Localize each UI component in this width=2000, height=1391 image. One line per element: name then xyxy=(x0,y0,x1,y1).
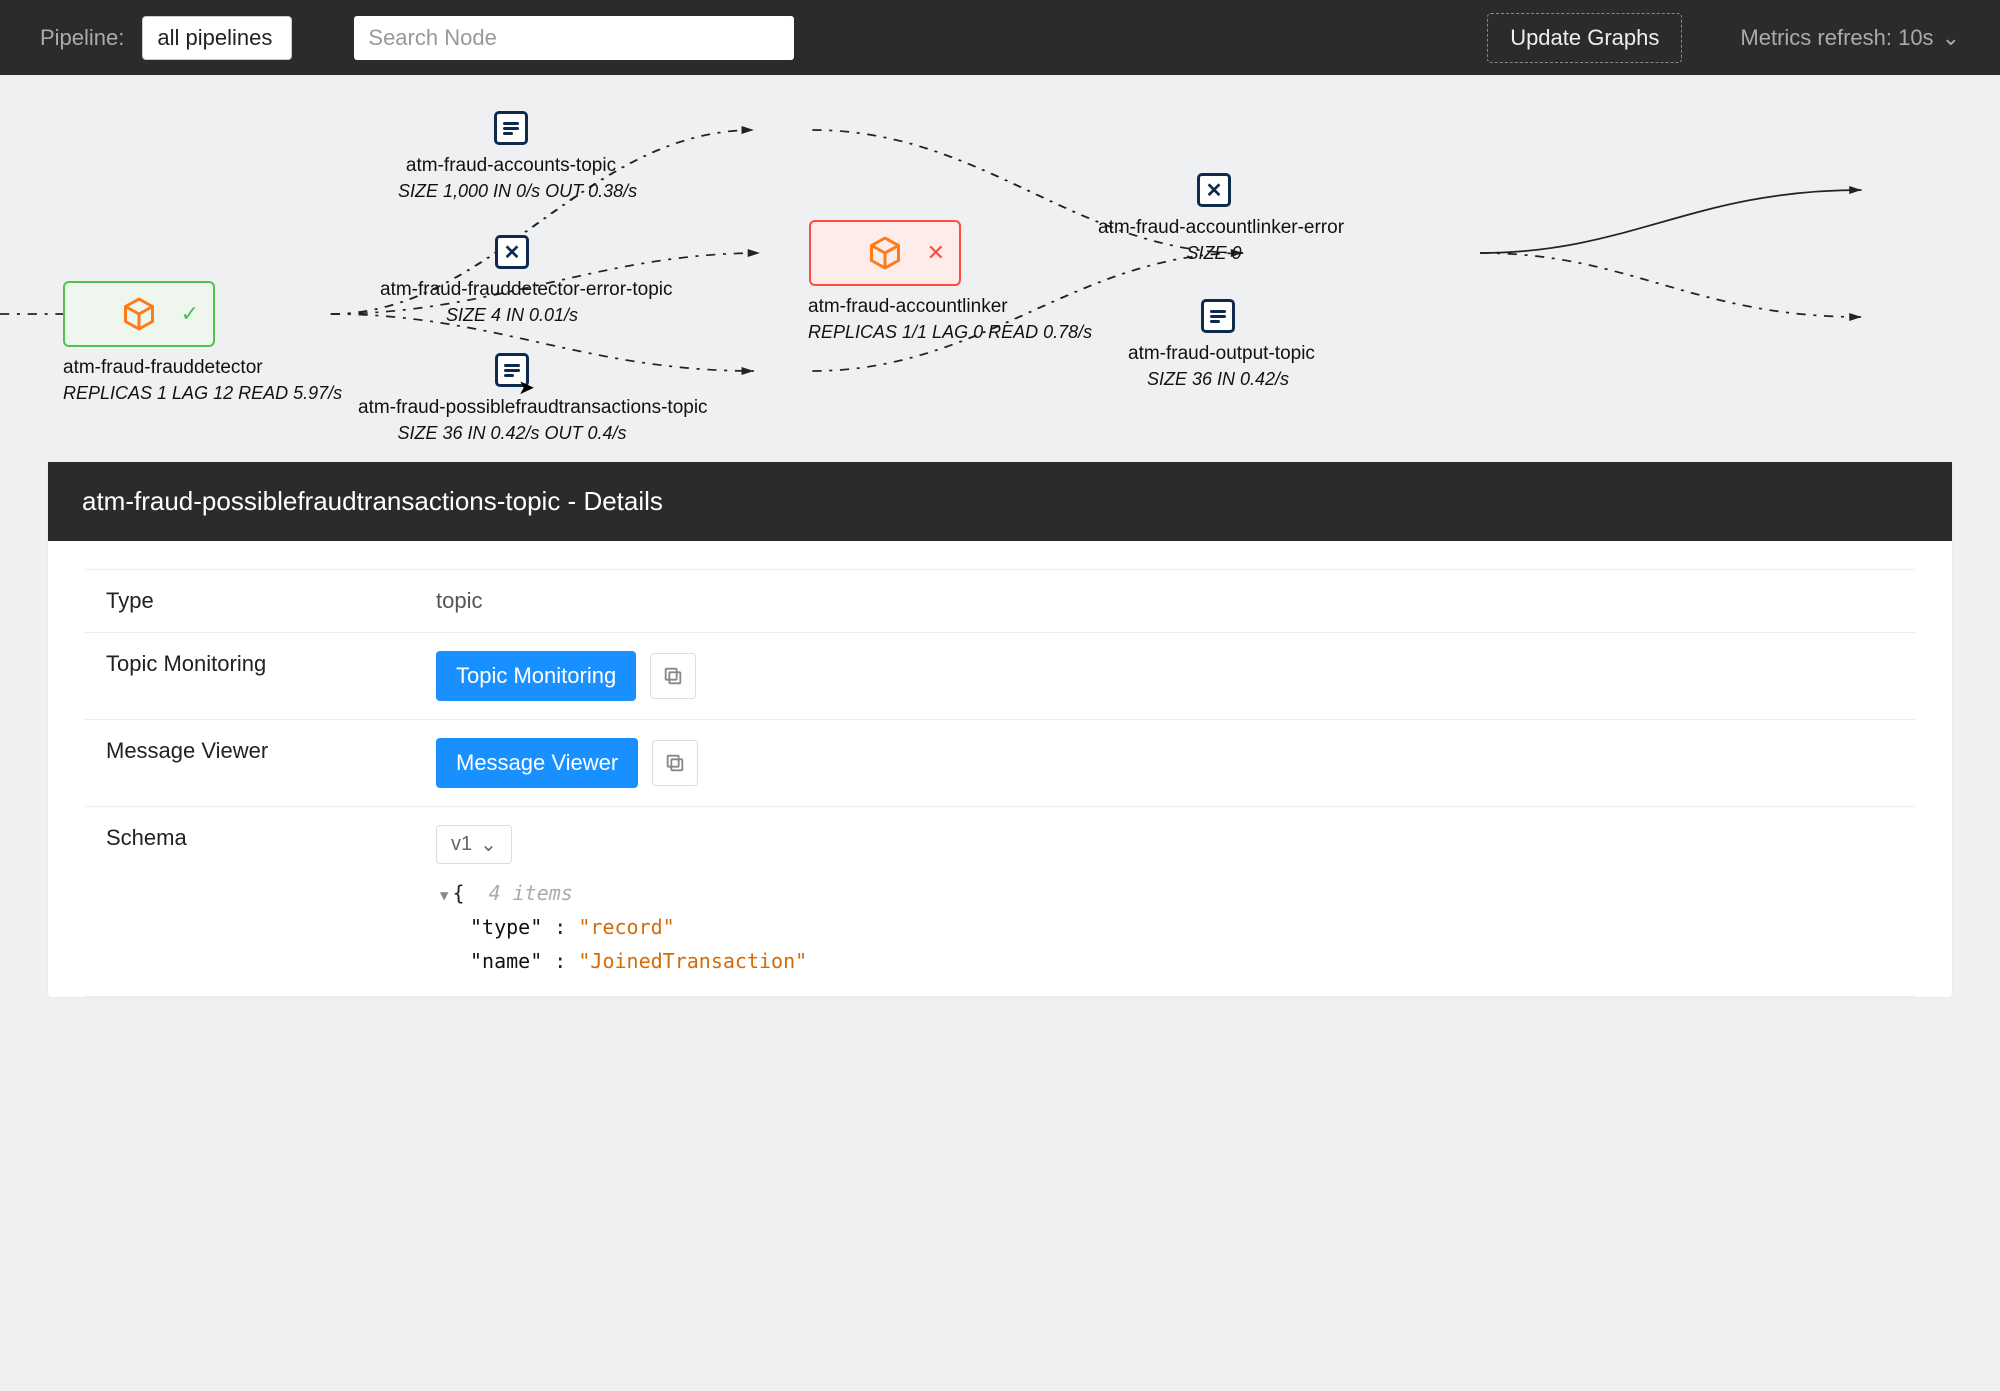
node-title: atm-fraud-frauddetector-error-topic xyxy=(380,279,644,301)
node-atm-fraud-accountlinker-error[interactable]: ✕ atm-fraud-accountlinker-error SIZE 0 xyxy=(1098,173,1330,264)
node-atm-fraud-frauddetector-error-topic[interactable]: ✕ atm-fraud-frauddetector-error-topic SI… xyxy=(380,235,644,326)
service-box: ✕ xyxy=(809,220,961,286)
node-atm-fraud-frauddetector[interactable]: ✓ atm-fraud-frauddetector REPLICAS 1 LAG… xyxy=(63,281,215,404)
topic-icon xyxy=(1201,299,1235,333)
caret-down-icon: ▼ xyxy=(440,888,448,904)
cube-icon xyxy=(121,296,157,332)
cube-icon xyxy=(867,235,903,271)
schema-name-val: "JoinedTransaction" xyxy=(578,949,807,973)
error-icon: ✕ xyxy=(495,235,529,269)
node-subtitle: SIZE 36 IN 0.42/s OUT 0.4/s xyxy=(358,423,666,444)
topic-icon xyxy=(494,111,528,145)
node-subtitle: SIZE 36 IN 0.42/s xyxy=(1128,369,1308,390)
copy-icon-button[interactable] xyxy=(652,740,698,786)
service-box: ✓ xyxy=(63,281,215,347)
schema-version-select[interactable]: v1 ⌄ xyxy=(436,825,512,864)
node-subtitle: REPLICAS 1 LAG 12 READ 5.97/s xyxy=(63,383,215,404)
node-atm-fraud-output-topic[interactable]: atm-fraud-output-topic SIZE 36 IN 0.42/s xyxy=(1128,299,1308,390)
row-schema: Schema v1 ⌄ ▼{ 4 items "type" : "record"… xyxy=(84,807,1916,997)
top-toolbar: Pipeline: all pipelines Update Graphs Me… xyxy=(0,0,2000,75)
schema-type-key: "type" xyxy=(470,915,542,939)
node-subtitle: SIZE 4 IN 0.01/s xyxy=(380,305,644,326)
x-icon: ✕ xyxy=(927,240,945,266)
pipeline-graph[interactable]: ✓ atm-fraud-frauddetector REPLICAS 1 LAG… xyxy=(0,75,2000,462)
pipeline-select-value: all pipelines xyxy=(157,25,272,50)
node-atm-fraud-possiblefraudtransactions-topic[interactable]: atm-fraud-possiblefraudtransactions-topi… xyxy=(358,353,666,444)
row-value: topic xyxy=(414,570,1916,633)
row-type: Type topic xyxy=(84,570,1916,633)
node-title: atm-fraud-output-topic xyxy=(1128,343,1308,365)
schema-items-meta: 4 items xyxy=(489,881,573,905)
row-key: Topic Monitoring xyxy=(84,633,414,720)
node-title: atm-fraud-accountlinker xyxy=(808,296,962,318)
details-header: atm-fraud-possiblefraudtransactions-topi… xyxy=(48,462,1952,541)
topic-monitoring-button[interactable]: Topic Monitoring xyxy=(436,651,636,701)
node-title: atm-fraud-accountlinker-error xyxy=(1098,217,1330,239)
error-icon: ✕ xyxy=(1197,173,1231,207)
metrics-refresh-dropdown[interactable]: Metrics refresh: 10s ⌄ xyxy=(1740,25,1960,51)
details-table: Type topic Topic Monitoring Topic Monito… xyxy=(84,569,1916,997)
details-panel: atm-fraud-possiblefraudtransactions-topi… xyxy=(48,462,1952,997)
search-input[interactable] xyxy=(354,16,794,60)
node-atm-fraud-accounts-topic[interactable]: atm-fraud-accounts-topic SIZE 1,000 IN 0… xyxy=(398,111,624,202)
node-atm-fraud-accountlinker[interactable]: ✕ atm-fraud-accountlinker REPLICAS 1/1 L… xyxy=(808,220,962,343)
chevron-down-icon: ⌄ xyxy=(1942,25,1960,51)
chevron-down-icon: ⌄ xyxy=(480,832,497,857)
row-key: Message Viewer xyxy=(84,720,414,807)
schema-json-preview: ▼{ 4 items "type" : "record" "name" : "J… xyxy=(436,876,1894,978)
mouse-cursor-icon: ➤ xyxy=(518,375,535,400)
node-title: atm-fraud-accounts-topic xyxy=(398,155,624,177)
graph-edges xyxy=(0,75,2000,462)
node-title: atm-fraud-frauddetector xyxy=(63,357,215,379)
schema-version-value: v1 xyxy=(451,833,472,856)
message-viewer-button[interactable]: Message Viewer xyxy=(436,738,638,788)
schema-name-key: "name" xyxy=(470,949,542,973)
node-subtitle: REPLICAS 1/1 LAG 0 READ 0.78/s xyxy=(808,322,962,343)
check-icon: ✓ xyxy=(181,301,199,327)
row-key: Type xyxy=(84,570,414,633)
node-subtitle: SIZE 1,000 IN 0/s OUT 0.38/s xyxy=(398,181,624,202)
row-key: Schema xyxy=(84,807,414,997)
row-message-viewer: Message Viewer Message Viewer xyxy=(84,720,1916,807)
schema-type-val: "record" xyxy=(578,915,674,939)
pipeline-select[interactable]: all pipelines xyxy=(142,16,292,60)
copy-icon-button[interactable] xyxy=(650,653,696,699)
node-subtitle: SIZE 0 xyxy=(1098,243,1330,264)
update-graphs-button[interactable]: Update Graphs xyxy=(1487,13,1682,63)
node-title: atm-fraud-possiblefraudtransactions-topi… xyxy=(358,397,666,419)
pipeline-label: Pipeline: xyxy=(40,25,124,51)
row-topic-monitoring: Topic Monitoring Topic Monitoring xyxy=(84,633,1916,720)
metrics-refresh-label: Metrics refresh: 10s xyxy=(1740,25,1933,51)
